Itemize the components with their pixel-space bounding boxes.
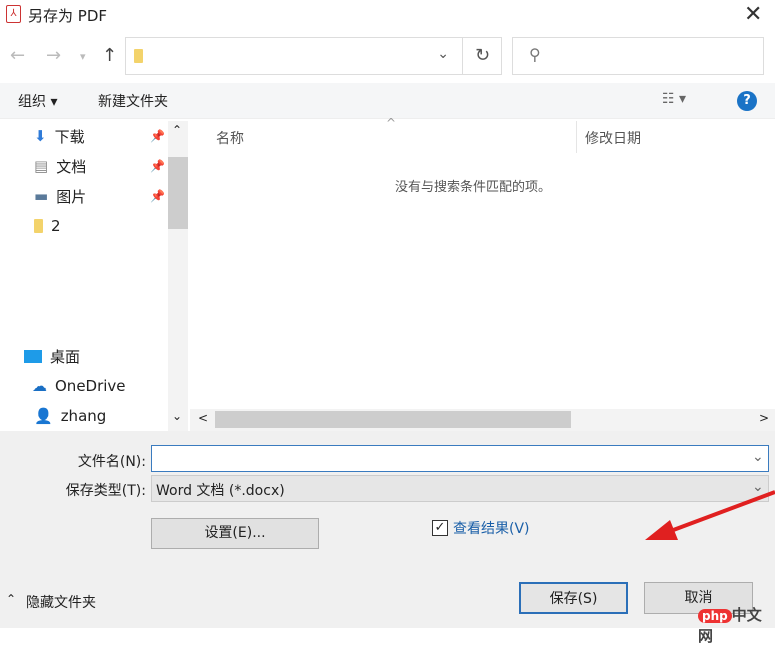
column-divider[interactable] (576, 121, 577, 153)
sidebar-item-pictures[interactable]: ▬ 图片 (34, 182, 86, 210)
search-icon: ⚲ (529, 45, 541, 64)
save-type-value: Word 文档 (*.docx) (156, 483, 285, 499)
view-result-checkbox[interactable]: ✓ (432, 520, 448, 536)
hide-folders-button[interactable]: 隐藏文件夹 (26, 592, 96, 612)
refresh-button[interactable]: ↻ (462, 37, 502, 75)
view-result-label[interactable]: 查看结果(V) (453, 518, 530, 538)
back-button[interactable]: ← (10, 45, 25, 66)
scroll-down-icon[interactable]: ⌄ (172, 409, 182, 423)
recent-locations-button[interactable]: ▾ (80, 50, 86, 63)
help-icon[interactable]: ? (737, 91, 757, 111)
save-button[interactable]: 保存(S) (519, 582, 628, 614)
filename-input[interactable] (151, 445, 769, 472)
sort-ascending-icon: ^ (386, 116, 397, 130)
organize-button[interactable]: 组织 ▾ (18, 91, 57, 111)
window-title: 另存为 PDF (28, 7, 107, 25)
toolbar: 组织 ▾ 新建文件夹 ☷ ▾ ? (0, 83, 775, 119)
pdf-icon: ⅄ (6, 5, 21, 23)
filename-label: 文件名(N): (77, 454, 146, 470)
download-icon: ⬇ (34, 127, 47, 145)
empty-message: 没有与搜索条件匹配的项。 (395, 180, 552, 195)
desktop-icon (24, 349, 42, 363)
settings-button[interactable]: 设置(E)... (151, 518, 319, 549)
address-bar[interactable]: ⌄ (125, 37, 502, 75)
folder-icon (134, 49, 143, 63)
folder-icon (34, 219, 43, 233)
column-header-name[interactable]: 名称 (216, 128, 244, 148)
scroll-up-icon[interactable]: ⌃ (172, 123, 182, 137)
new-folder-button[interactable]: 新建文件夹 (98, 91, 168, 111)
pin-icon: 📌 (150, 129, 165, 143)
sidebar-item-onedrive[interactable]: ☁ OneDrive (32, 372, 126, 400)
up-button[interactable]: ↑ (102, 45, 117, 66)
title-bar: ⅄ 另存为 PDF ✕ (0, 0, 775, 34)
close-button[interactable]: ✕ (744, 2, 762, 27)
user-icon: 👤 (34, 407, 53, 425)
pin-icon: 📌 (150, 189, 165, 203)
save-type-label: 保存类型(T): (65, 483, 146, 499)
hide-folders-chevron-icon[interactable]: ⌃ (6, 592, 16, 606)
red-arrow-annotation (645, 490, 775, 540)
sidebar-scroll-thumb[interactable] (168, 157, 188, 229)
column-header-modified[interactable]: 修改日期 (585, 128, 641, 148)
horizontal-scroll-thumb[interactable] (215, 411, 571, 428)
sidebar-item-user[interactable]: 👤 zhang (34, 402, 106, 430)
filename-dropdown-icon[interactable]: ⌄ (752, 449, 764, 465)
sidebar-item-desktop[interactable]: 桌面 (24, 342, 80, 370)
sidebar-item-folder-2[interactable]: 2 (34, 212, 61, 240)
address-dropdown-icon[interactable]: ⌄ (437, 46, 449, 62)
scroll-left-icon[interactable]: < (198, 411, 208, 425)
watermark: php 中文网 (698, 606, 762, 645)
sidebar-item-downloads[interactable]: ⬇ 下载 (34, 122, 85, 150)
pictures-icon: ▬ (34, 187, 49, 205)
search-input[interactable]: ⚲ (512, 37, 764, 75)
sidebar-item-documents[interactable]: ▤ 文档 (34, 152, 86, 180)
document-icon: ▤ (34, 157, 49, 175)
forward-button[interactable]: → (46, 45, 61, 66)
view-options-button[interactable]: ☷ ▾ (662, 91, 686, 107)
scroll-right-icon[interactable]: > (759, 411, 769, 425)
pin-icon: 📌 (150, 159, 165, 173)
onedrive-icon: ☁ (32, 377, 47, 395)
